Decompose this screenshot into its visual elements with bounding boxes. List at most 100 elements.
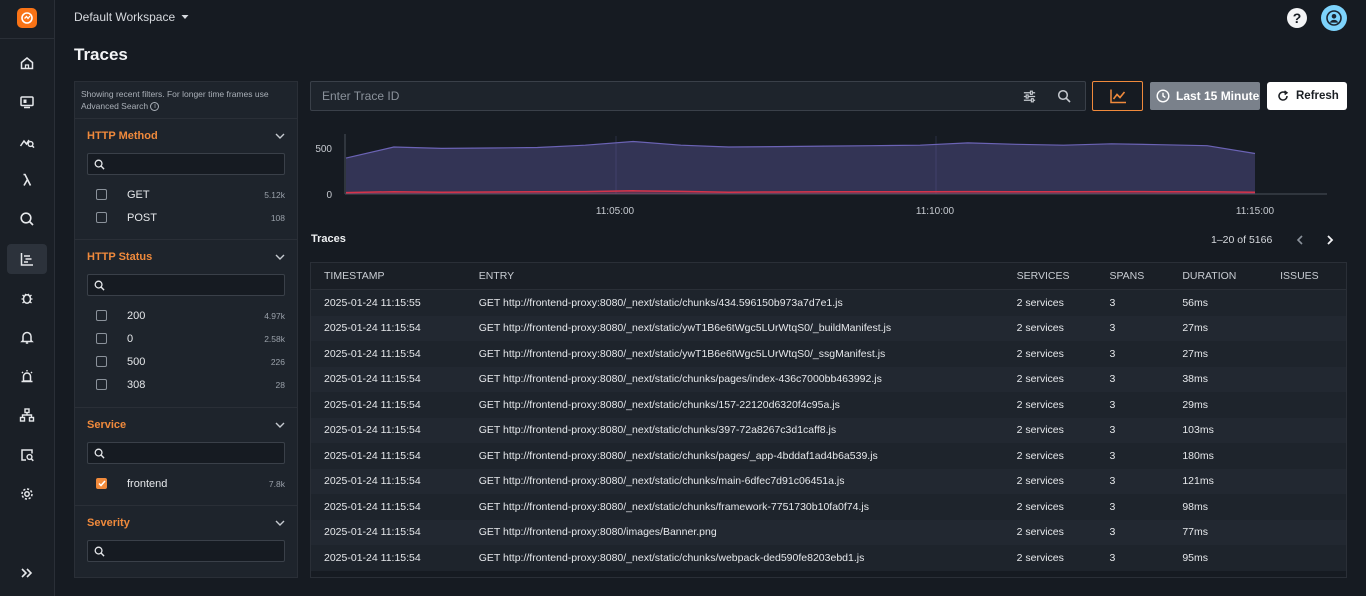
sliders-icon[interactable] — [1022, 89, 1037, 104]
nav-dashboards[interactable] — [7, 87, 47, 117]
cell-timestamp: 2025-01-24 11:15:54 — [324, 500, 421, 513]
nav-incidents[interactable] — [7, 361, 47, 391]
filter-section-header[interactable]: HTTP Method — [87, 119, 285, 153]
alarm-icon — [21, 370, 33, 383]
cell-spans: 3 — [1109, 347, 1116, 360]
filter-option[interactable]: 308 28 — [87, 373, 285, 396]
table-row[interactable]: 2025-01-24 11:15:54 GET http://frontend-p… — [311, 417, 1346, 443]
table-row[interactable]: 2025-01-24 11:15:54 GET http://frontend-p… — [311, 315, 1346, 341]
avatar[interactable] — [1321, 5, 1347, 31]
cell-duration: 77ms — [1182, 526, 1208, 539]
table-row[interactable]: 2025-01-24 11:15:55 GET http://frontend-p… — [311, 290, 1346, 316]
column-header[interactable]: TIMESTAMP — [311, 270, 466, 282]
clock-icon — [1156, 89, 1170, 103]
table-row[interactable]: 2025-01-24 11:15:54 GET http://frontend-p… — [311, 341, 1346, 367]
filter-section-http-status: HTTP Status 200 4.97k 0 2.58k 500 226 308 28 — [75, 240, 297, 408]
column-header[interactable]: SERVICES — [1004, 270, 1097, 282]
check-icon — [97, 480, 106, 487]
time-range-label: Last 15 Minute — [1176, 89, 1260, 103]
table-row[interactable]: 2025-01-24 11:15:54 GET http://frontend-p… — [311, 519, 1346, 545]
cell-services: 2 services — [1016, 296, 1064, 309]
cell-timestamp: 2025-01-24 11:15:55 — [324, 296, 421, 309]
checkbox-checked[interactable] — [96, 478, 107, 489]
filter-option[interactable]: 200 4.97k — [87, 304, 285, 327]
chevron-left-icon[interactable] — [1293, 233, 1307, 247]
cell-entry: GET http://frontend-proxy:8080/_next/sta… — [478, 347, 886, 360]
filter-option[interactable]: 500 226 — [87, 350, 285, 373]
traces-section-title: Traces — [311, 233, 346, 245]
info-icon[interactable]: i — [150, 102, 160, 112]
nav-metrics[interactable] — [7, 127, 47, 157]
filter-search-input[interactable] — [87, 540, 285, 562]
line-chart-icon — [1109, 89, 1126, 104]
cell-spans: 3 — [1109, 475, 1116, 488]
filter-option[interactable]: frontend 7.8k — [87, 472, 285, 495]
table-row[interactable]: 2025-01-24 11:15:54 GET http://frontend-p… — [311, 545, 1346, 571]
checkbox[interactable] — [96, 333, 107, 344]
nav-functions[interactable] — [7, 165, 47, 195]
trace-id-input[interactable]: Enter Trace ID — [310, 81, 1086, 111]
column-header[interactable]: DURATION — [1169, 270, 1267, 282]
filter-search-input[interactable] — [87, 442, 285, 464]
cell-duration: 38ms — [1182, 373, 1208, 386]
nav-alerts[interactable] — [7, 322, 47, 352]
cell-services: 2 services — [1016, 347, 1064, 360]
nav-topology[interactable] — [7, 400, 47, 430]
nav-settings[interactable] — [7, 479, 47, 509]
column-header[interactable]: ISSUES — [1267, 270, 1346, 282]
traces-table: TIMESTAMP ENTRY SERVICES SPANS DURATION … — [310, 262, 1347, 578]
cell-spans: 3 — [1109, 449, 1116, 462]
filter-section-title: HTTP Status — [87, 251, 153, 263]
cell-services: 2 services — [1016, 424, 1064, 437]
checkbox[interactable] — [96, 379, 107, 390]
nav-traces[interactable] — [7, 244, 47, 274]
search-icon[interactable] — [1057, 89, 1071, 103]
chart-toggle-button[interactable] — [1092, 81, 1143, 111]
cell-timestamp: 2025-01-24 11:15:54 — [324, 373, 421, 386]
filter-section-header[interactable]: Severity — [87, 506, 285, 540]
app-logo[interactable] — [17, 8, 37, 28]
refresh-label: Refresh — [1296, 90, 1339, 102]
refresh-button[interactable]: Refresh — [1267, 82, 1347, 110]
y-tick-label: 0 — [326, 190, 332, 201]
table-row[interactable]: 2025-01-24 11:15:54 GET http://frontend-p… — [311, 366, 1346, 392]
filter-section-header[interactable]: HTTP Status — [87, 240, 285, 274]
cell-spans: 3 — [1109, 296, 1116, 309]
filter-section-service: Service frontend 7.8k — [75, 408, 297, 506]
nav-home[interactable] — [7, 48, 47, 78]
filter-search-input[interactable] — [87, 153, 285, 175]
nav-search[interactable] — [7, 204, 47, 234]
nav-query[interactable] — [7, 440, 47, 470]
cell-entry: GET http://frontend-proxy:8080/_next/sta… — [478, 500, 869, 513]
checkbox[interactable] — [96, 212, 107, 223]
topology-icon — [19, 408, 35, 422]
help-icon[interactable]: ? — [1287, 8, 1307, 28]
workspace-selector[interactable]: Default Workspace — [74, 10, 189, 24]
search-icon — [94, 448, 105, 459]
column-header[interactable]: SPANS — [1096, 270, 1169, 282]
time-range-button[interactable]: Last 15 Minute — [1150, 82, 1260, 110]
expand-sidebar-button[interactable] — [20, 566, 34, 580]
filter-note: Showing recent filters. For longer time … — [75, 82, 297, 119]
filter-option[interactable]: 0 2.58k — [87, 327, 285, 350]
filter-section-header[interactable]: Service — [87, 408, 285, 442]
nav-issues[interactable] — [7, 283, 47, 313]
filter-option[interactable]: GET 5.12k — [87, 183, 285, 206]
filter-option[interactable]: POST 108 — [87, 206, 285, 229]
cell-services: 2 services — [1016, 449, 1064, 462]
search-icon — [94, 546, 105, 557]
filter-search-input[interactable] — [87, 274, 285, 296]
checkbox[interactable] — [96, 356, 107, 367]
chevron-right-icon[interactable] — [1323, 233, 1337, 247]
checkbox[interactable] — [96, 189, 107, 200]
checkbox[interactable] — [96, 310, 107, 321]
table-row[interactable]: 2025-01-24 11:15:54 GET http://frontend-p… — [311, 468, 1346, 494]
column-header[interactable]: ENTRY — [466, 270, 1004, 282]
option-count: 226 — [270, 356, 285, 367]
table-row[interactable]: 2025-01-24 11:15:54 GET http://frontend-p… — [311, 392, 1346, 418]
cell-timestamp: 2025-01-24 11:15:54 — [324, 475, 421, 488]
rail-divider — [0, 38, 55, 39]
table-row[interactable]: 2025-01-24 11:15:54 GET http://frontend-p… — [311, 443, 1346, 469]
table-row[interactable]: 2025-01-24 11:15:54 GET http://frontend-p… — [311, 494, 1346, 520]
cell-spans: 3 — [1109, 322, 1116, 335]
